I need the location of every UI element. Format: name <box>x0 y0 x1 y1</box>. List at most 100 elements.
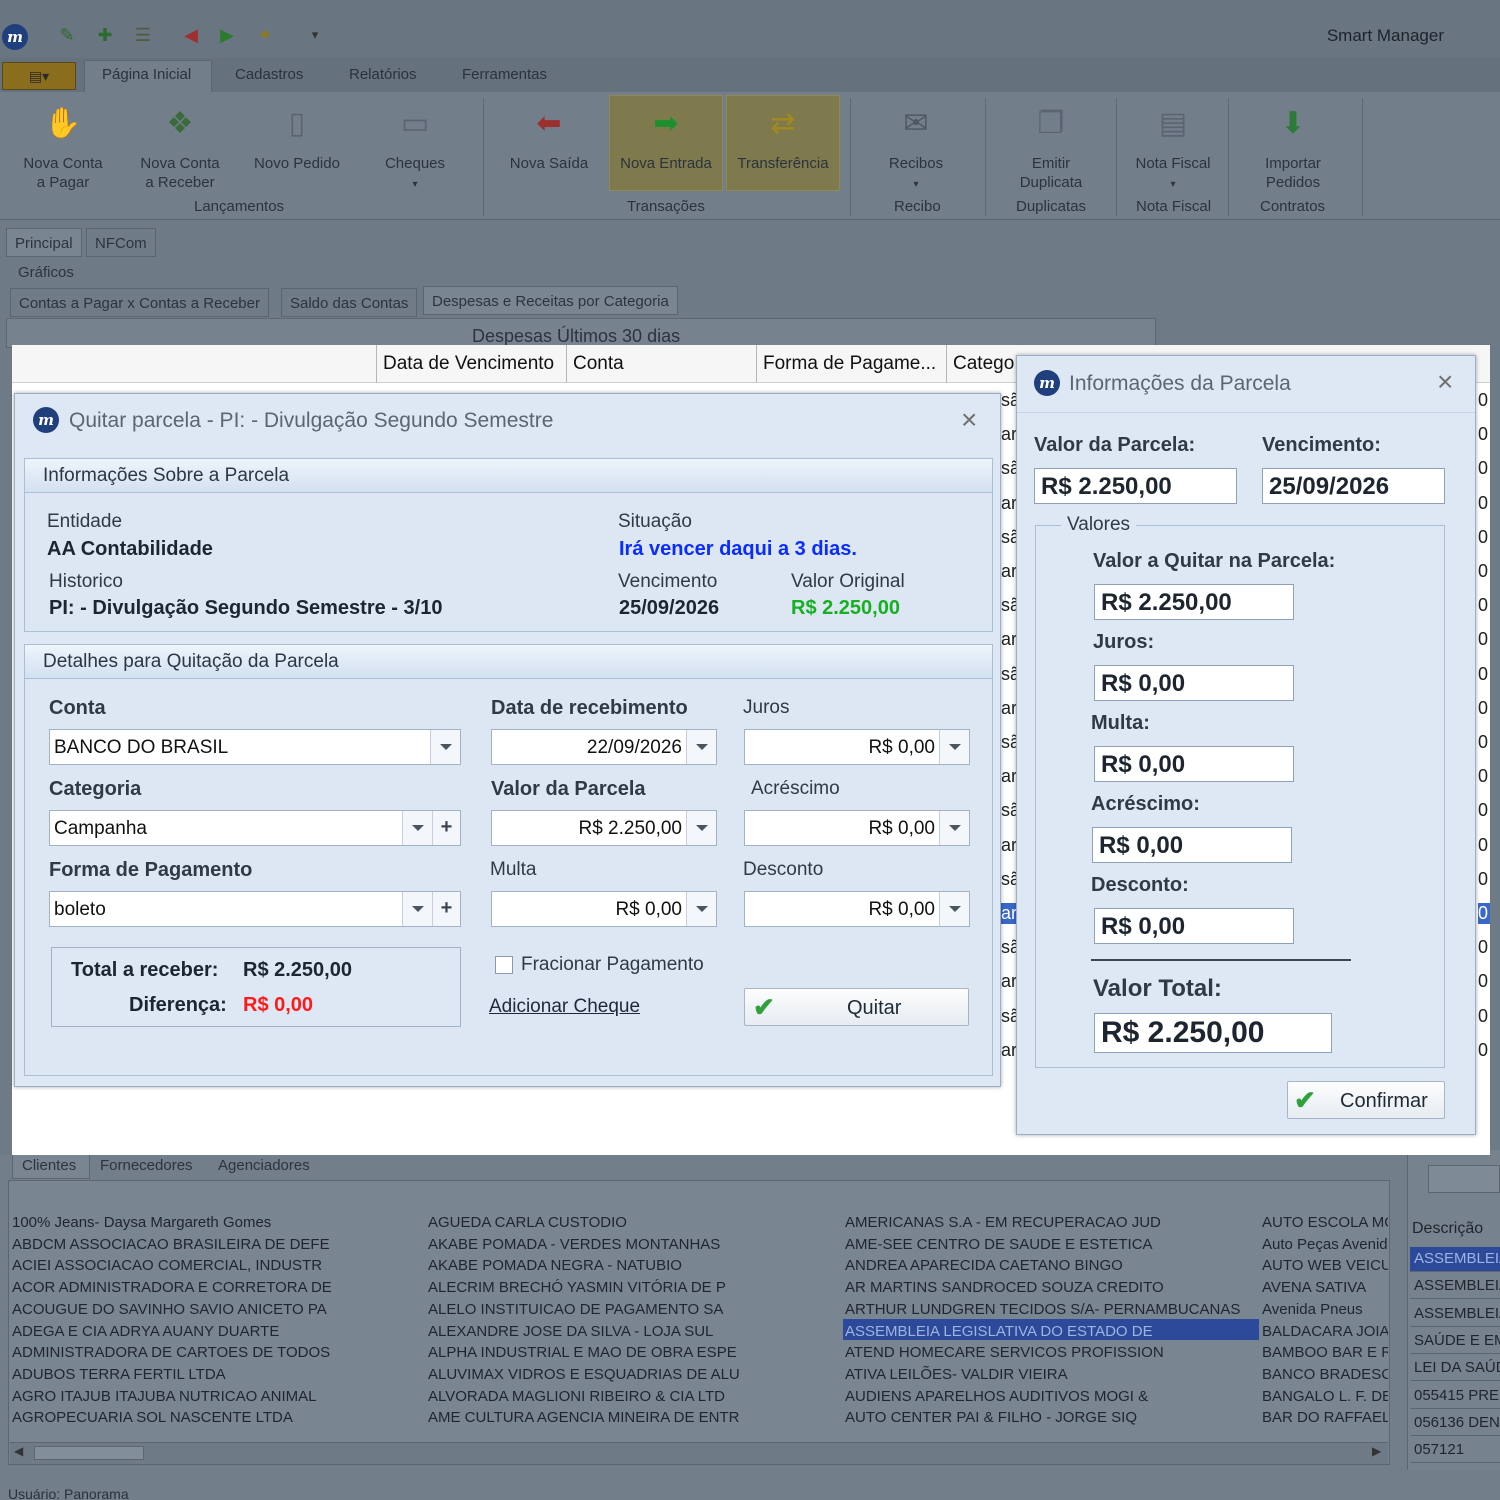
categoria-combo[interactable]: Campanha + <box>49 810 461 846</box>
app-menu-button[interactable]: ▤▾ <box>2 62 76 90</box>
add-icon[interactable]: ✚ <box>94 24 116 46</box>
right-panel-item[interactable]: 055415 PRE <box>1410 1384 1500 1409</box>
col-forma-pagamento[interactable]: Forma de Pagame... <box>756 345 946 383</box>
add-categoria-icon[interactable]: + <box>432 811 460 845</box>
novo-pedido-button[interactable]: ▯ Novo Pedido <box>242 96 352 173</box>
chevron-down-icon[interactable] <box>402 892 432 926</box>
list-item[interactable]: ATIVA LEILÕES- VALDIR VIEIRA <box>845 1364 1257 1386</box>
list-item[interactable]: AUDIENS APARELHOS AUDITIVOS MOGI & <box>845 1386 1257 1408</box>
back-arrow-icon[interactable]: ◀ <box>180 24 202 46</box>
list-item[interactable]: 100% Jeans- Daysa Margareth Gomes <box>12 1212 422 1234</box>
fracionar-checkbox[interactable] <box>495 956 513 974</box>
conta-combo[interactable]: BANCO DO BRASIL <box>49 729 461 765</box>
multa-field[interactable]: R$ 0,00 <box>1094 746 1294 782</box>
list-item[interactable]: BAMBOO BAR E RE <box>1262 1342 1388 1364</box>
desconto-field[interactable]: R$ 0,00 <box>744 891 970 927</box>
list-item[interactable]: AGRO ITAJUB ITAJUBA NUTRICAO ANIMAL <box>12 1386 422 1408</box>
scroll-left-icon[interactable]: ◀ <box>14 1444 23 1458</box>
list-item[interactable]: AUTO ESCOLA MG <box>1262 1212 1388 1234</box>
right-panel-item[interactable]: 056136 DEN <box>1410 1411 1500 1436</box>
scroll-right-icon[interactable]: ▶ <box>1372 1444 1381 1458</box>
scroll-thumb[interactable] <box>34 1446 144 1460</box>
tab-fornecedores[interactable]: Fornecedores <box>100 1157 193 1174</box>
data-recebimento-field[interactable]: 22/09/2026 <box>491 729 717 765</box>
list-item[interactable]: AR MARTINS SANDROCED SOUZA CREDITO <box>845 1277 1257 1299</box>
tab-nfcom[interactable]: NFCom <box>86 228 156 257</box>
acrescimo-field[interactable]: R$ 0,00 <box>1092 827 1292 863</box>
list-item[interactable]: AVENA SATIVA <box>1262 1277 1388 1299</box>
list-item[interactable]: ANDREA APARECIDA CAETANO BINGO <box>845 1255 1257 1277</box>
desconto-field[interactable]: R$ 0,00 <box>1094 908 1294 944</box>
right-panel-item[interactable]: ASSEMBLEIA <box>1410 1302 1500 1327</box>
valor-parcela-field[interactable]: R$ 2.250,00 <box>1034 468 1237 504</box>
importar-pedidos-button[interactable]: ⬇ Importar Pedidos <box>1238 96 1348 192</box>
transfer-icon[interactable]: ✦ <box>254 24 276 46</box>
list-item[interactable]: AKABE POMADA - VERDES MONTANHAS <box>428 1234 838 1256</box>
col-categoria[interactable]: Catego <box>946 345 1026 383</box>
chevron-down-icon[interactable] <box>686 730 716 764</box>
valor-quitar-field[interactable]: R$ 2.250,00 <box>1094 584 1294 620</box>
nova-conta-receber-button[interactable]: ❖ Nova Conta a Receber <box>125 96 235 192</box>
recibos-button[interactable]: ✉ Recibos ▾ <box>861 96 971 194</box>
list-item[interactable]: AKABE POMADA NEGRA - NATUBIO <box>428 1255 838 1277</box>
menu-tab-cadastros[interactable]: Cadastros <box>235 66 303 83</box>
col-conta[interactable]: Conta <box>566 345 756 383</box>
cheques-button[interactable]: ▭ Cheques ▾ <box>360 96 470 194</box>
close-icon[interactable]: × <box>1437 368 1453 396</box>
customize-icon[interactable]: ▾ <box>304 24 326 46</box>
emitir-duplicata-button[interactable]: ❐ Emitir Duplicata <box>996 96 1106 192</box>
menu-tab-ferramentas[interactable]: Ferramentas <box>462 66 547 83</box>
list-item[interactable]: ALEXANDRE JOSE DA SILVA - LOJA SUL <box>428 1321 838 1343</box>
forma-pagamento-combo[interactable]: boleto + <box>49 891 461 927</box>
list-item[interactable]: BANGALO L. F. DE <box>1262 1386 1388 1408</box>
tab-agenciadores[interactable]: Agenciadores <box>218 1157 310 1174</box>
list-item[interactable]: AUTO WEB VEICUL <box>1262 1255 1388 1277</box>
nota-fiscal-button[interactable]: ▤ Nota Fiscal ▾ <box>1118 96 1228 194</box>
list-item[interactable]: ATEND HOMECARE SERVICOS PROFISSION <box>845 1342 1257 1364</box>
nova-conta-pagar-button[interactable]: ✋ Nova Conta a Pagar <box>8 96 118 192</box>
list-item[interactable]: ALECRIM BRECHÓ YASMIN VITÓRIA DE P <box>428 1277 838 1299</box>
list-item[interactable]: ASSEMBLEIA LEGISLATIVA DO ESTADO DE <box>845 1321 1257 1343</box>
right-panel-item[interactable]: ASSEMBLEIA <box>1410 1247 1500 1272</box>
list-item[interactable]: AME-SEE CENTRO DE SAUDE E ESTETICA <box>845 1234 1257 1256</box>
list-item[interactable]: ADEGA E CIA ADRYA AUANY DUARTE <box>12 1321 422 1343</box>
list-item[interactable]: AGUEDA CARLA CUSTODIO <box>428 1212 838 1234</box>
list-item[interactable]: ABDCM ASSOCIACAO BRASILEIRA DE DEFE <box>12 1234 422 1256</box>
valor-total-field[interactable]: R$ 2.250,00 <box>1094 1013 1332 1053</box>
chevron-down-icon[interactable] <box>402 811 432 845</box>
list-item[interactable]: ACOUGUE DO SAVINHO SAVIO ANICETO PA <box>12 1299 422 1321</box>
chevron-down-icon[interactable] <box>939 892 969 926</box>
list-item[interactable]: ACIEI ASSOCIACAO COMERCIAL, INDUSTR <box>12 1255 422 1277</box>
list-item[interactable]: AUTO CENTER PAI & FILHO - JORGE SIQ <box>845 1407 1257 1429</box>
juros-field[interactable]: R$ 0,00 <box>744 729 970 765</box>
chart-tab-despesas[interactable]: Despesas e Receitas por Categoria <box>423 286 678 315</box>
transferencia-button[interactable]: ⇄ Transferência <box>728 96 838 173</box>
chart-tab-saldo[interactable]: Saldo das Contas <box>281 288 418 317</box>
edit-icon[interactable]: ✎ <box>56 24 78 46</box>
menu-tab-relatorios[interactable]: Relatórios <box>349 66 417 83</box>
menu-tab-pagina-inicial[interactable]: Página Inicial <box>102 66 191 83</box>
vencimento-field[interactable]: 25/09/2026 <box>1262 468 1445 504</box>
quitar-button[interactable]: ✔ Quitar <box>744 988 969 1026</box>
list-item[interactable]: Avenida Pneus <box>1262 1299 1388 1321</box>
chevron-down-icon[interactable] <box>939 730 969 764</box>
right-panel-search[interactable] <box>1428 1165 1500 1193</box>
chevron-down-icon[interactable] <box>430 730 460 764</box>
chevron-down-icon[interactable] <box>686 811 716 845</box>
list-item[interactable]: ALELO INSTITUICAO DE PAGAMENTO SA <box>428 1299 838 1321</box>
forward-arrow-icon[interactable]: ▶ <box>216 24 238 46</box>
chevron-down-icon[interactable] <box>939 811 969 845</box>
list-item[interactable]: ACOR ADMINISTRADORA E CORRETORA DE <box>12 1277 422 1299</box>
list-item[interactable]: ALPHA INDUSTRIAL E MAO DE OBRA ESPE <box>428 1342 838 1364</box>
right-panel-item[interactable]: ASSEMBLEIA <box>1410 1274 1500 1300</box>
list-item[interactable]: AGROPECUARIA SOL NASCENTE LTDA <box>12 1407 422 1429</box>
add-forma-icon[interactable]: + <box>432 892 460 926</box>
list-item[interactable]: ADUBOS TERRA FERTIL LTDA <box>12 1364 422 1386</box>
juros-field[interactable]: R$ 0,00 <box>1094 665 1294 701</box>
list-item[interactable]: ALVORADA MAGLIONI RIBEIRO & CIA LTD <box>428 1386 838 1408</box>
tab-principal[interactable]: Principal <box>6 228 82 257</box>
acrescimo-field[interactable]: R$ 0,00 <box>744 810 970 846</box>
right-panel-item[interactable]: SAÚDE E EM <box>1410 1329 1500 1354</box>
list-icon[interactable]: ☰ <box>132 24 154 46</box>
right-panel-item[interactable]: 057121 <box>1410 1438 1500 1464</box>
